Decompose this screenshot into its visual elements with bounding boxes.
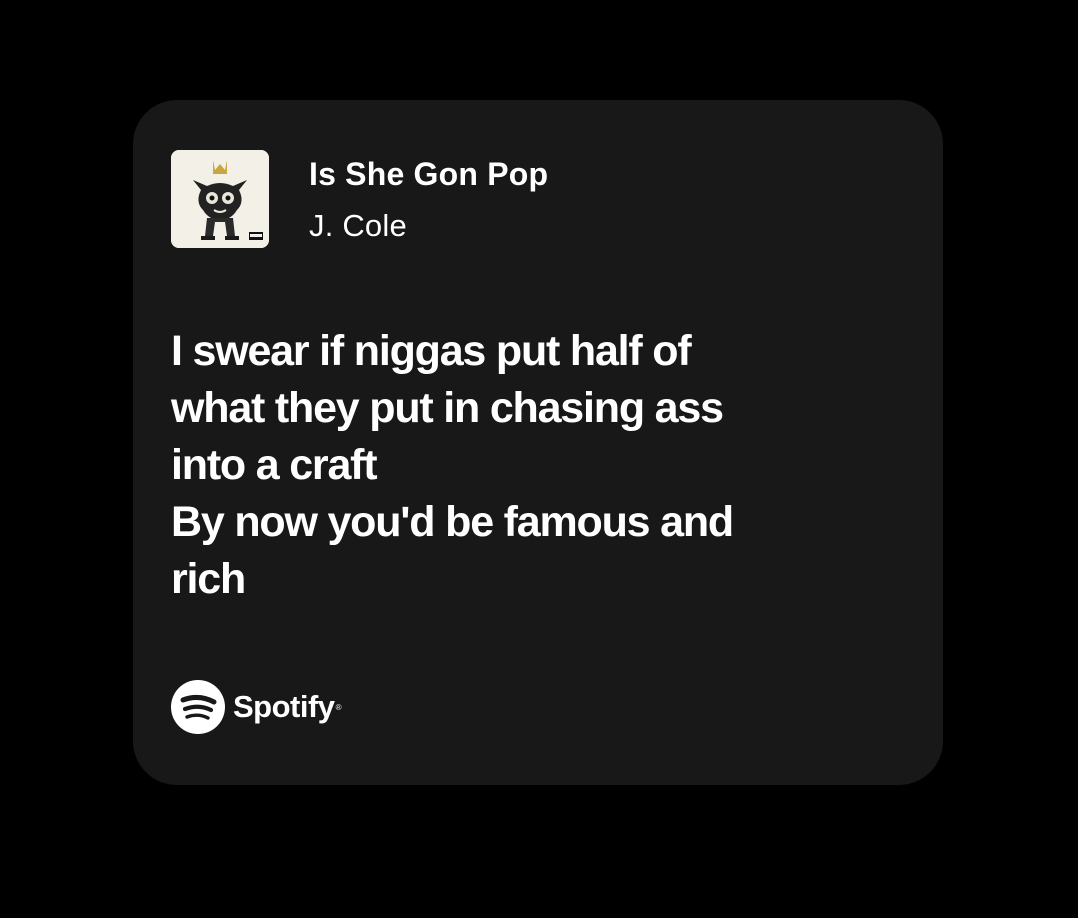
lyric-line: rich xyxy=(171,555,246,603)
trademark-mark: ® xyxy=(335,702,342,712)
lyric-line: into a craft xyxy=(171,441,378,489)
spotify-wordmark: Spotify xyxy=(233,689,335,724)
lyric-line: By now you'd be famous and xyxy=(171,498,734,546)
lyric-line: what they put in chasing ass xyxy=(171,384,724,432)
album-cover-image xyxy=(171,150,269,248)
song-title: Is She Gon Pop xyxy=(309,156,549,192)
lyrics-share-card: Is She Gon Pop J. Cole I swear if niggas… xyxy=(133,100,943,785)
spotify-logo-icon xyxy=(171,680,225,734)
page: Is She Gon Pop J. Cole I swear if niggas… xyxy=(0,0,1078,918)
artist-name: J. Cole xyxy=(309,208,407,243)
lyrics-block: I swear if niggas put half of what they … xyxy=(171,323,891,608)
lyric-line: I swear if niggas put half of xyxy=(171,327,692,375)
spotify-branding: Spotify ® xyxy=(171,680,341,734)
